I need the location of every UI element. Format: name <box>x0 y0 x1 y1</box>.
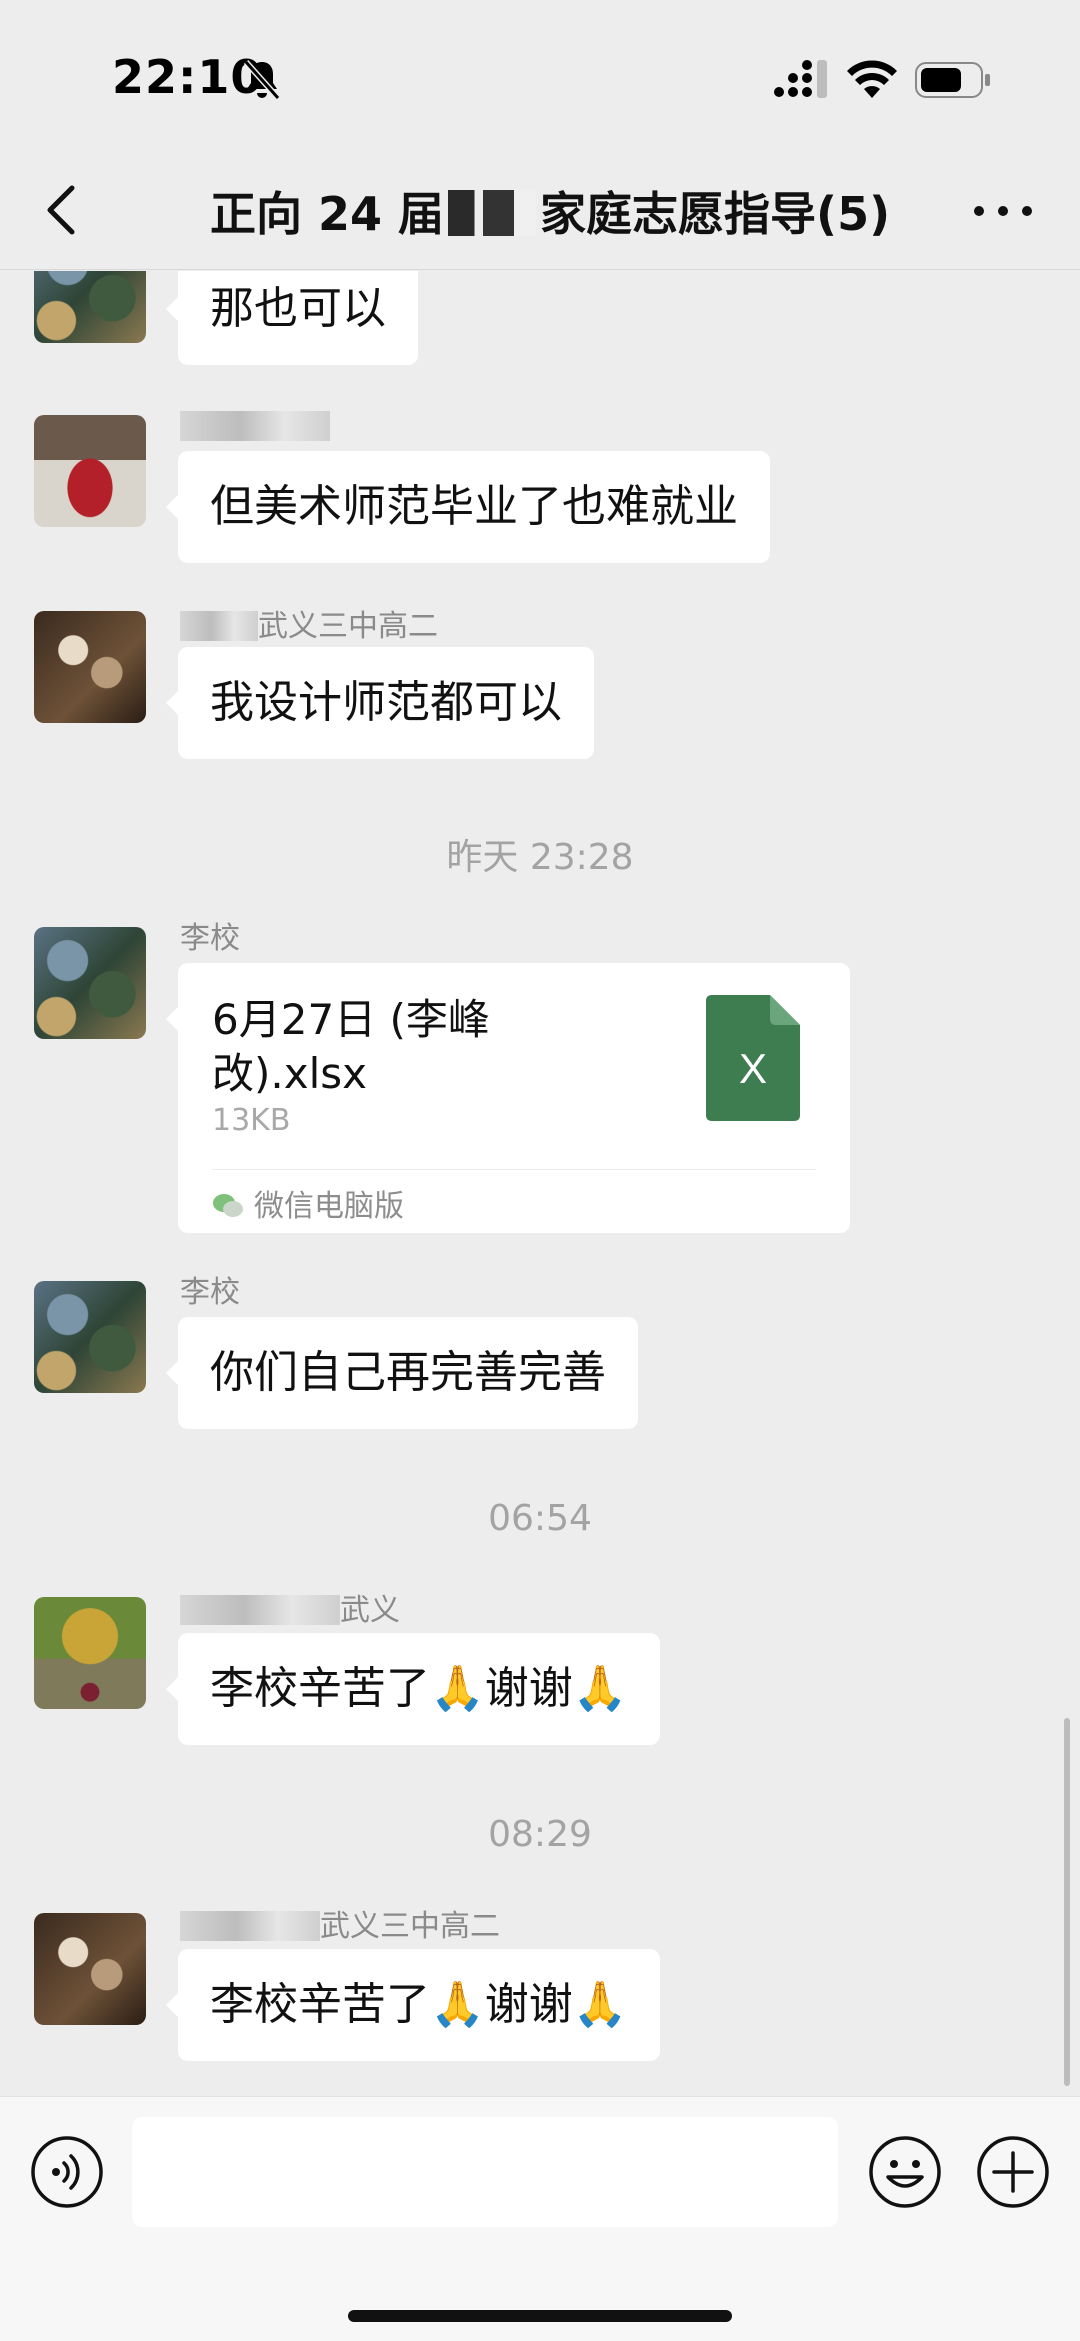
timestamp: 昨天 23:28 <box>446 837 634 878</box>
message-bubble[interactable]: 李校辛苦了🙏谢谢🙏 <box>166 1949 660 2061</box>
avatar[interactable] <box>34 1597 146 1709</box>
pray-emoji-icon: 🙏 <box>572 1979 628 2030</box>
timestamp: 08:29 <box>488 1814 592 1855</box>
message-bubble[interactable]: 那也可以 <box>166 271 418 365</box>
wifi-icon <box>847 60 897 98</box>
wechat-icon <box>213 1194 243 1217</box>
avatar[interactable] <box>34 415 146 527</box>
more-options-button[interactable] <box>974 192 1032 228</box>
file-name: 6月27日 (李峰改).xlsx <box>212 995 490 1098</box>
redacted-name <box>180 411 330 441</box>
sender-name: 李校 <box>180 921 240 956</box>
message-bubble[interactable]: 但美术师范毕业了也难就业 <box>166 451 770 563</box>
sender-name: 李校 <box>180 1275 240 1310</box>
scrollbar-thumb[interactable] <box>1064 1718 1070 2086</box>
pray-emoji-icon: 🙏 <box>430 1663 485 1714</box>
file-size: 13KB <box>212 1103 291 1138</box>
svg-text:X: X <box>739 1045 767 1092</box>
message-bubble[interactable]: 你们自己再完善完善 <box>166 1317 638 1429</box>
avatar[interactable] <box>34 1913 146 2025</box>
divider <box>212 1169 816 1170</box>
redacted-name <box>180 1911 320 1941</box>
file-message-card[interactable]: 6月27日 (李峰改).xlsx 13KB X 微信电脑版 <box>166 963 850 1233</box>
redacted-name <box>180 1595 340 1625</box>
status-bar: 22:10 <box>0 0 1080 150</box>
file-source: 微信电脑版 <box>212 1181 404 1225</box>
redacted-name <box>180 611 258 641</box>
pray-emoji-icon: 🙏 <box>572 1663 628 1714</box>
chat-title-suffix: 家庭志愿指导(5) <box>540 187 891 241</box>
avatar[interactable] <box>34 611 146 723</box>
bell-muted-icon <box>243 60 281 100</box>
message-bubble[interactable]: 李校辛苦了🙏谢谢🙏 <box>166 1633 660 1745</box>
chat-title-prefix: 正向 24 届 <box>210 187 445 241</box>
cellular-signal-icon <box>774 60 827 98</box>
sender-name: 武义 <box>180 1585 400 1629</box>
plus-icon[interactable] <box>976 2135 1050 2209</box>
battery-icon <box>915 62 990 98</box>
status-time: 22:10 <box>112 50 264 104</box>
sender-name: 武义三中高二 <box>180 1901 500 1945</box>
sender-name: 武义三中高二 <box>180 601 438 645</box>
voice-input-icon[interactable] <box>30 2135 104 2209</box>
chat-header: 正向 24 届 家庭志愿指导(5) <box>0 150 1080 270</box>
avatar[interactable] <box>34 1281 146 1393</box>
emoji-icon[interactable] <box>868 2135 942 2209</box>
message-input[interactable] <box>132 2117 838 2227</box>
home-indicator[interactable] <box>348 2310 732 2322</box>
chat-title: 正向 24 届 家庭志愿指导(5) <box>210 178 890 244</box>
timestamp: 06:54 <box>488 1498 592 1539</box>
input-bar <box>0 2096 1080 2341</box>
message-bubble[interactable]: 我设计师范都可以 <box>166 647 594 759</box>
excel-file-icon: X <box>706 995 800 1121</box>
sender-name <box>180 409 330 444</box>
redacted-mark <box>448 190 537 236</box>
avatar[interactable] <box>34 271 146 343</box>
pray-emoji-icon: 🙏 <box>430 1979 485 2030</box>
back-chevron-icon[interactable] <box>42 182 82 238</box>
chat-messages[interactable]: 那也可以 但美术师范毕业了也难就业 武义三中高二 我设计师范都可以 昨天 23:… <box>0 271 1080 2095</box>
avatar[interactable] <box>34 927 146 1039</box>
